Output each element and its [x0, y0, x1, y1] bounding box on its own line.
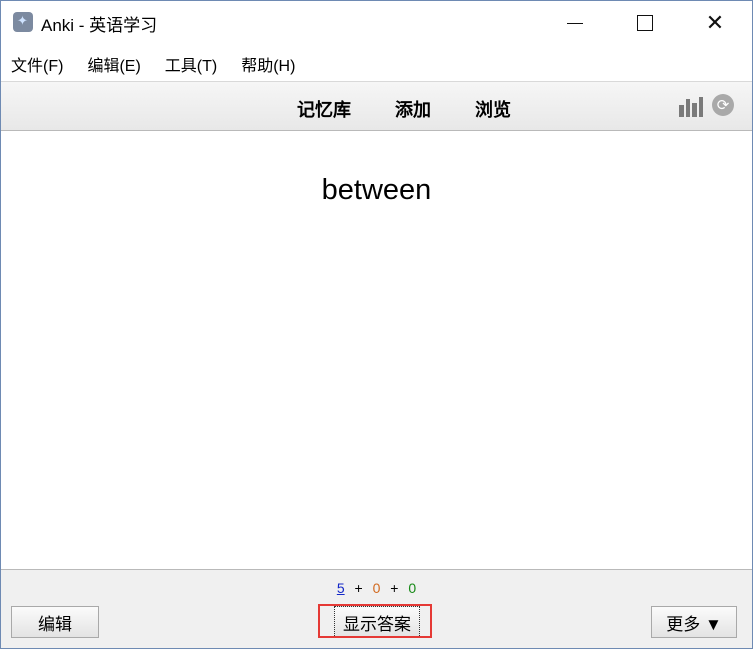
minimize-icon: [567, 22, 583, 24]
window-title: Anki - 英语学习: [41, 16, 158, 35]
anki-window: Anki - 英语学习 ✕ 文件(F) 编辑(E) 工具(T) 帮助(H) 记忆…: [0, 0, 753, 649]
menu-bar: 文件(F) 编辑(E) 工具(T) 帮助(H): [1, 49, 752, 79]
stats-bar: [698, 97, 703, 117]
plus-sign: +: [354, 580, 363, 596]
due-counts: 5 + 0 + 0: [1, 580, 752, 596]
card-front-text: between: [321, 174, 432, 206]
review-count: 0: [408, 580, 417, 596]
toolbar-browse-link[interactable]: 浏览: [475, 96, 511, 122]
sync-icon[interactable]: ⟳: [712, 94, 734, 116]
minimize-button[interactable]: [540, 1, 610, 45]
close-button[interactable]: ✕: [680, 1, 750, 45]
menu-file[interactable]: 文件(F): [11, 52, 63, 76]
anki-app-icon: [13, 12, 33, 32]
menu-tools[interactable]: 工具(T): [165, 52, 217, 76]
toolbar-decks-link[interactable]: 记忆库: [297, 96, 351, 122]
title-bar: Anki - 英语学习 ✕: [1, 1, 752, 45]
stats-icon[interactable]: [679, 97, 703, 117]
menu-help[interactable]: 帮助(H): [241, 52, 295, 76]
maximize-button[interactable]: [610, 1, 680, 45]
more-button[interactable]: 更多 ▼: [651, 606, 737, 638]
maximize-icon: [637, 15, 653, 31]
edit-button[interactable]: 编辑: [11, 606, 99, 638]
close-icon: ✕: [705, 10, 725, 35]
stats-bar: [679, 105, 684, 117]
menu-edit[interactable]: 编辑(E): [87, 52, 140, 76]
main-toolbar: 记忆库 添加 浏览: [1, 82, 752, 131]
stats-bar: [692, 103, 697, 117]
new-count[interactable]: 5: [337, 580, 345, 596]
toolbar-add-link[interactable]: 添加: [395, 96, 431, 122]
learning-count: 0: [372, 580, 381, 596]
highlight-box: [318, 604, 432, 638]
stats-bar: [685, 99, 690, 117]
card-review-area: between: [1, 131, 752, 569]
plus-sign: +: [390, 580, 399, 596]
